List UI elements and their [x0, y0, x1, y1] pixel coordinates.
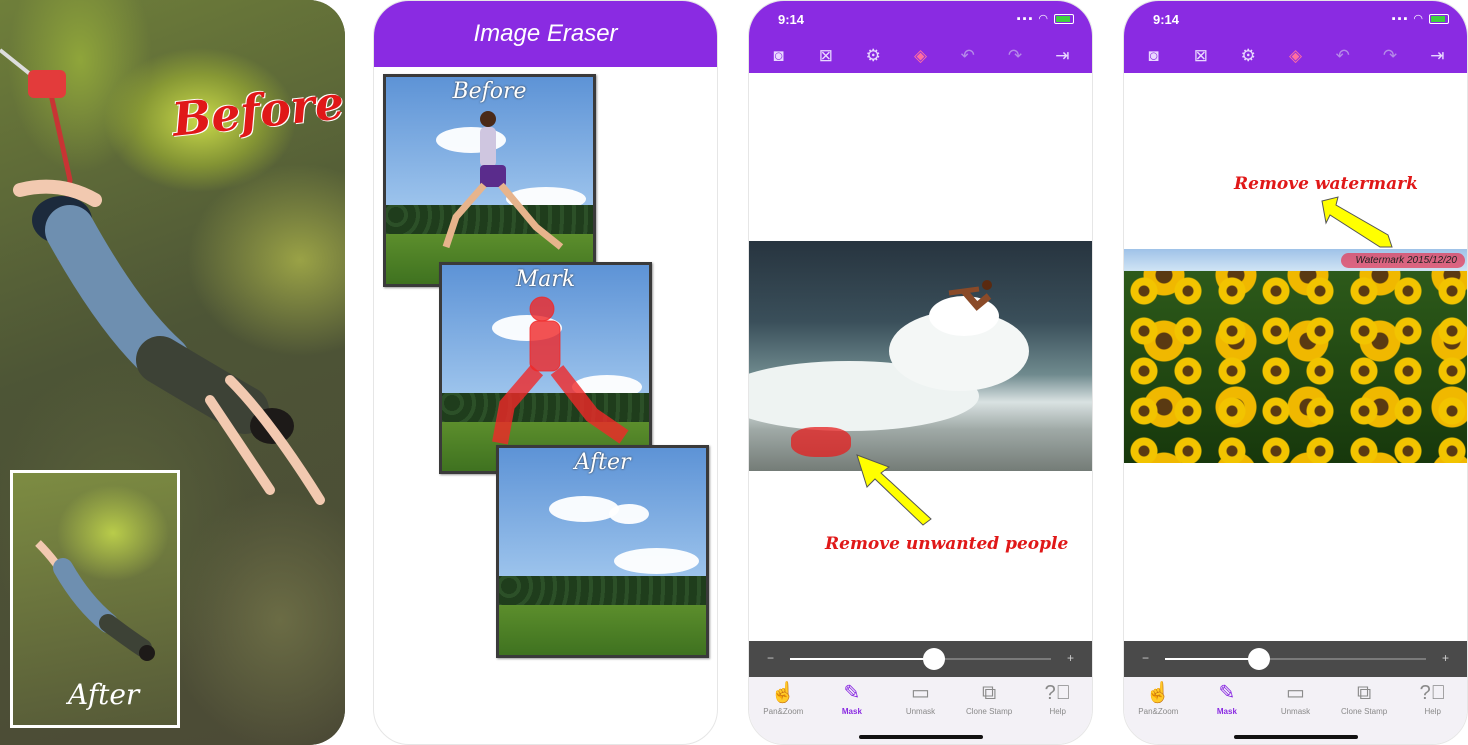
- after-thumbnail: After: [10, 470, 180, 728]
- roller-icon: ▭: [911, 682, 930, 704]
- callout-remove-people: Remove unwanted people: [825, 534, 1069, 554]
- tool-tab-bar: ☝ Pan&Zoom ✎ Mask ▭ Unmask ⧉ Clone Stamp ?⃝ H…: [1124, 677, 1467, 744]
- settings-icon[interactable]: ⚙: [859, 46, 887, 66]
- bungee-jumper-illustration: [0, 48, 325, 505]
- status-icons: ▪▪▪ ◠: [1392, 12, 1449, 25]
- slider-plus: +: [1441, 651, 1449, 665]
- question-icon: ?⃝: [1419, 682, 1446, 704]
- signal-icon: ▪▪▪: [1016, 12, 1035, 25]
- slider-thumb[interactable]: [1247, 648, 1270, 670]
- app-title: Image Eraser: [473, 20, 618, 47]
- undo-icon[interactable]: ↶: [954, 46, 982, 66]
- sunflower-photo[interactable]: Watermark 2015/12/20: [1124, 249, 1467, 463]
- question-icon: ?⃝: [1044, 682, 1071, 704]
- slider-minus: −: [1142, 651, 1150, 665]
- undo-icon[interactable]: ↶: [1329, 46, 1357, 66]
- slider-minus: −: [767, 651, 775, 665]
- after-card-label: After: [574, 450, 631, 475]
- redo-icon[interactable]: ↷: [1001, 46, 1029, 66]
- tab-help[interactable]: ?⃝ Help: [1402, 681, 1464, 744]
- app-title-bar: Image Eraser: [374, 1, 717, 67]
- stamp-icon: ⧉: [981, 682, 997, 704]
- after-card: After: [496, 445, 709, 658]
- yellow-arrow: [1321, 196, 1393, 248]
- brush-icon: ✎: [1218, 682, 1236, 704]
- brush-size-slider[interactable]: − +: [749, 641, 1092, 677]
- slider-track[interactable]: [790, 648, 1051, 670]
- status-time: 9:14: [778, 12, 805, 27]
- mark-card-label: Mark: [515, 267, 576, 292]
- slider-thumb[interactable]: [922, 648, 945, 670]
- after-label: After: [68, 678, 140, 711]
- wifi-icon: ◠: [1413, 13, 1425, 25]
- promo-panel-bungee: Before After: [0, 0, 345, 745]
- tool-tab-bar: ☝ Pan&Zoom ✎ Mask ▭ Unmask ⧉ Clone Stamp ?⃝ H…: [749, 677, 1092, 744]
- brush-icon: ✎: [843, 682, 861, 704]
- tab-pan-zoom[interactable]: ☝ Pan&Zoom: [752, 681, 814, 744]
- close-box-icon[interactable]: ⊠: [812, 46, 840, 66]
- phone-screen-remove-watermark: 9:14 ▪▪▪ ◠ ◙ ⊠ ⚙ ◈ ↶ ↷ ⇥ Remove watermar…: [1123, 0, 1468, 745]
- editor-toolbar: ◙ ⊠ ⚙ ◈ ↶ ↷ ⇥: [1124, 39, 1467, 73]
- status-bar: 9:14 ▪▪▪ ◠: [1124, 1, 1467, 39]
- before-card: Before: [383, 74, 596, 287]
- exit-icon[interactable]: ⇥: [1423, 46, 1451, 66]
- stamp-icon: ⧉: [1356, 682, 1372, 704]
- home-indicator: [1233, 735, 1358, 739]
- slider-fill: [1165, 658, 1259, 660]
- tab-help[interactable]: ?⃝ Help: [1027, 681, 1089, 744]
- exit-icon[interactable]: ⇥: [1048, 46, 1076, 66]
- status-time: 9:14: [1153, 12, 1180, 27]
- before-card-label: Before: [452, 79, 527, 104]
- runner-figure: [442, 111, 564, 250]
- mask-highlight: [791, 427, 851, 457]
- phone-screen-remove-people: 9:14 ▪▪▪ ◠ ◙ ⊠ ⚙ ◈ ↶ ↷ ⇥ Remove unwanted…: [748, 0, 1093, 745]
- sunflower-field: [1124, 271, 1467, 463]
- watermark-text: Watermark 2015/12/20: [1341, 253, 1465, 268]
- hand-icon: ☝: [1145, 682, 1171, 704]
- status-bar: 9:14 ▪▪▪ ◠: [749, 1, 1092, 39]
- roller-icon: ▭: [1286, 682, 1305, 704]
- promo-panel-steps: Image Eraser Before Mark After: [373, 0, 718, 745]
- camera-icon[interactable]: ◙: [1140, 46, 1168, 66]
- home-indicator: [858, 735, 983, 739]
- battery-icon: [1429, 13, 1449, 24]
- eraser-icon[interactable]: ◈: [1281, 46, 1309, 66]
- signal-icon: ▪▪▪: [1391, 12, 1410, 25]
- callout-remove-watermark: Remove watermark: [1234, 174, 1418, 194]
- camera-icon[interactable]: ◙: [765, 46, 793, 66]
- yellow-arrow: [856, 454, 932, 526]
- hand-icon: ☝: [770, 682, 796, 704]
- mark-card: Mark: [439, 262, 652, 474]
- eraser-icon[interactable]: ◈: [906, 46, 934, 66]
- masked-runner-figure: [492, 296, 629, 445]
- redo-icon[interactable]: ↷: [1376, 46, 1404, 66]
- close-box-icon[interactable]: ⊠: [1187, 46, 1215, 66]
- surf-photo[interactable]: [749, 241, 1092, 471]
- status-icons: ▪▪▪ ◠: [1017, 12, 1074, 25]
- slider-plus: +: [1066, 651, 1074, 665]
- slider-fill: [790, 658, 934, 660]
- brush-size-slider[interactable]: − +: [1124, 641, 1467, 677]
- battery-icon: [1054, 13, 1074, 24]
- settings-icon[interactable]: ⚙: [1234, 46, 1262, 66]
- wifi-icon: ◠: [1038, 13, 1050, 25]
- editor-toolbar: ◙ ⊠ ⚙ ◈ ↶ ↷ ⇥: [749, 39, 1092, 73]
- slider-track[interactable]: [1165, 648, 1426, 670]
- tab-pan-zoom[interactable]: ☝ Pan&Zoom: [1127, 681, 1189, 744]
